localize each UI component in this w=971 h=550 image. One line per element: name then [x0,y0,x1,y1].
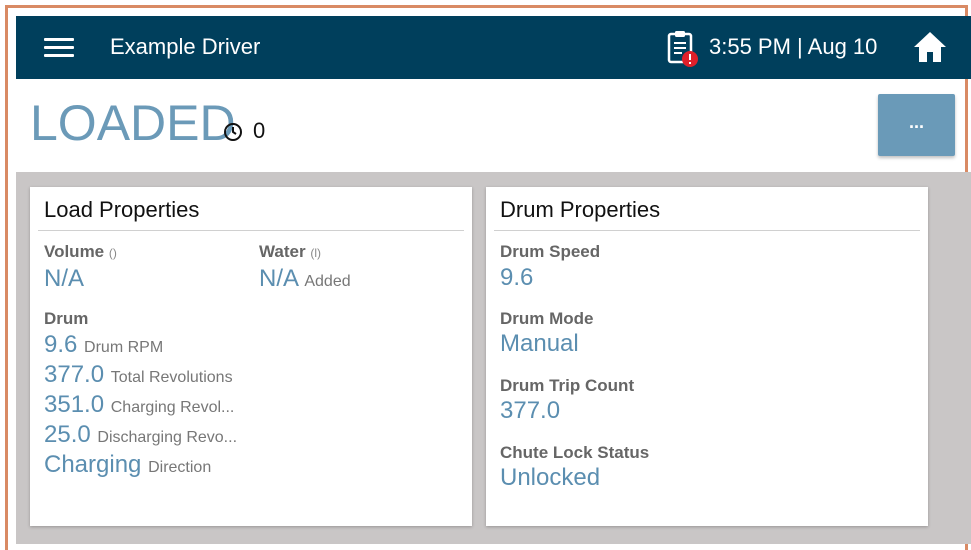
more-options-button[interactable]: ... [878,94,955,156]
discharging-revolutions: 25.0 Discharging Revo... [44,421,238,448]
drum-speed-label: Drum Speed [500,242,601,261]
drum-properties-card: Drum Properties Drum Speed 9.6 Drum Mode… [486,187,928,526]
drum-speed-value: 9.6 [500,264,534,291]
home-icon[interactable] [912,30,948,64]
menu-icon[interactable] [44,38,74,58]
load-properties-card: Load Properties Volume () N/A Water (l) … [30,187,472,526]
divider [494,230,920,231]
drum-mode-label: Drum Mode [500,309,594,328]
divider [38,230,464,231]
drum-mode-value: Manual [500,330,579,357]
time-date: 3:55 PM | Aug 10 [709,34,878,59]
clipboard-alert-icon[interactable] [666,29,698,67]
timer-value: 0 [253,118,266,143]
water-label: Water (l) [259,242,322,261]
drum-label: Drum [44,309,89,328]
chute-lock-status-value: Unlocked [500,464,601,491]
status-title: LOADED [30,95,236,151]
volume-label: Volume () [44,242,117,261]
timer-icon [224,123,242,141]
chute-lock-status-label: Chute Lock Status [500,443,650,462]
total-revolutions: 377.0 Total Revolutions [44,361,233,388]
water-value: N/A Added [259,265,351,292]
app-header: Example Driver 3:55 PM | Aug 10 [16,16,971,79]
charging-revolutions: 351.0 Charging Revol... [44,391,235,418]
drum-trip-count-label: Drum Trip Count [500,376,635,395]
drum-trip-count-value: 377.0 [500,397,561,424]
card-title: Drum Properties [500,197,661,222]
drum-rpm: 9.6 Drum RPM [44,331,164,358]
app-title: Example Driver [110,34,261,59]
drum-direction: Charging Direction [44,451,212,478]
card-title: Load Properties [44,197,200,222]
volume-value: N/A [44,265,85,292]
